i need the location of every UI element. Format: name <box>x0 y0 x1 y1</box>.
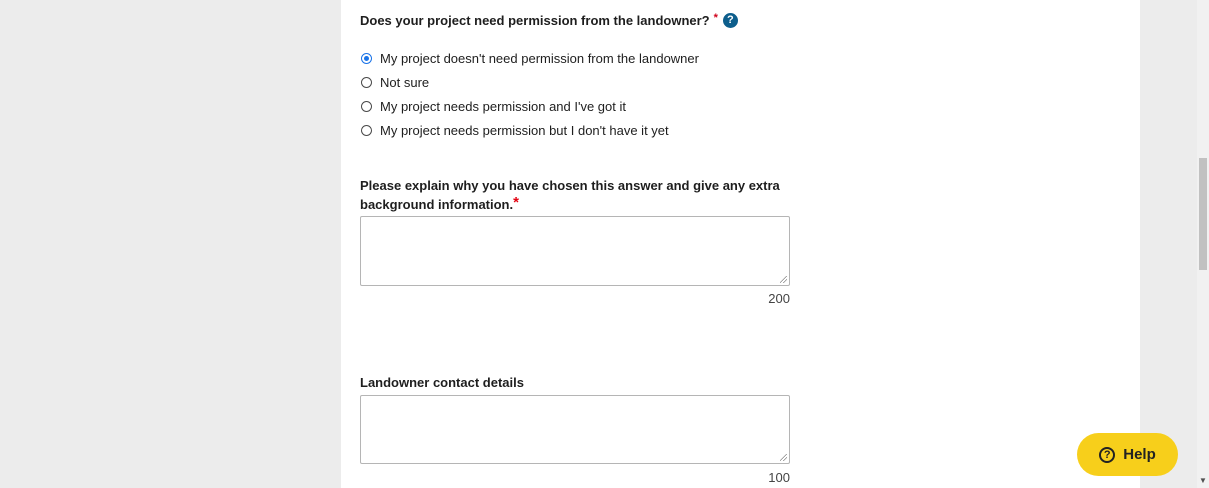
radio-option-need-permission[interactable]: My project needs permission but I don't … <box>361 118 699 142</box>
radio-button[interactable] <box>361 100 372 112</box>
radio-label[interactable]: My project needs permission and I've got… <box>380 99 626 114</box>
help-button[interactable]: ? Help <box>1077 433 1178 476</box>
required-marker: * <box>713 11 718 24</box>
contact-label: Landowner contact details <box>360 375 524 390</box>
vertical-scrollbar[interactable]: ▼ <box>1197 0 1209 488</box>
right-gutter <box>1140 0 1197 488</box>
explanation-label-text: Please explain why you have chosen this … <box>360 178 780 212</box>
radio-label[interactable]: My project needs permission but I don't … <box>380 123 669 138</box>
scroll-down-arrow-icon[interactable]: ▼ <box>1197 476 1209 486</box>
contact-details-textarea[interactable] <box>360 395 790 464</box>
radio-button[interactable] <box>361 124 372 136</box>
radio-button[interactable] <box>361 76 372 88</box>
radio-label[interactable]: My project doesn't need permission from … <box>380 51 699 66</box>
explanation-label: Please explain why you have chosen this … <box>360 176 790 214</box>
radio-button[interactable] <box>361 52 372 64</box>
radio-option-not-sure[interactable]: Not sure <box>361 70 699 94</box>
scrollbar-thumb[interactable] <box>1199 158 1207 270</box>
question-circle-icon: ? <box>1099 446 1116 463</box>
left-gutter <box>0 0 341 488</box>
radio-option-got-permission[interactable]: My project needs permission and I've got… <box>361 94 699 118</box>
radio-label[interactable]: Not sure <box>380 75 429 90</box>
explanation-textarea[interactable] <box>360 216 790 286</box>
required-marker: * <box>513 194 519 211</box>
radio-option-no-permission[interactable]: My project doesn't need permission from … <box>361 46 699 70</box>
help-button-label: Help <box>1123 446 1156 463</box>
question-title: Does your project need permission from t… <box>360 11 738 28</box>
explanation-char-counter: 200 <box>768 291 790 306</box>
form-content: Does your project need permission from t… <box>341 0 1140 488</box>
question-title-text: Does your project need permission from t… <box>360 13 710 28</box>
question-help-icon[interactable]: ? <box>722 13 738 28</box>
contact-char-counter: 100 <box>768 470 790 485</box>
resize-handle-icon[interactable] <box>780 276 787 283</box>
resize-handle-icon[interactable] <box>780 454 787 461</box>
permission-radio-group: My project doesn't need permission from … <box>361 46 699 142</box>
